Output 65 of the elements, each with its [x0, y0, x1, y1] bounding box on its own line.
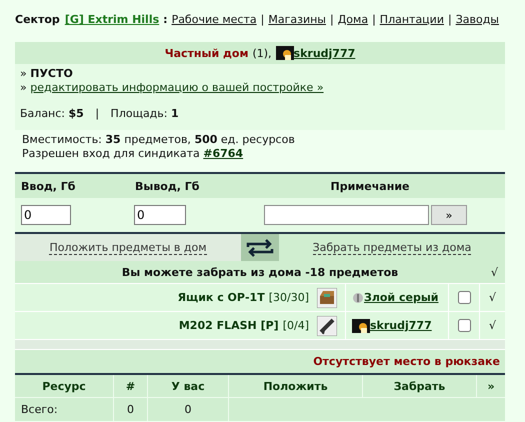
sector-label: Сектор [15, 13, 60, 26]
item-count: [0/4] [282, 319, 309, 332]
access-text: Разрешен вход для синдиката [22, 147, 200, 160]
balance-value: $5 [68, 107, 84, 120]
area-value: 1 [170, 107, 179, 120]
balance-label: Баланс: [20, 107, 66, 120]
status-text: ПУСТО [30, 67, 73, 80]
separator: | [95, 107, 100, 120]
area-label: Площадь: [110, 107, 168, 120]
column-header: Примечание [330, 180, 410, 192]
submit-button[interactable]: » [431, 205, 467, 225]
item-name: Ящик с ОР-1Т [178, 291, 265, 304]
warning-text: Отсутствует место в рюкзаке [313, 355, 500, 368]
separator: | [330, 13, 334, 26]
column-header: Ресурс [42, 380, 86, 392]
tab[interactable]: Забрать предметы из дома [279, 234, 505, 261]
swap-icon [245, 238, 275, 256]
user-icon [352, 290, 364, 304]
checkbox[interactable] [458, 291, 470, 304]
column-header: Положить [263, 380, 328, 392]
owner-link[interactable]: skrudj777 [370, 319, 432, 332]
owner-link[interactable]: Злой серый [364, 291, 438, 304]
column-header: # [126, 380, 136, 392]
house-title: Частный дом [164, 46, 248, 60]
table-cell: 0 [184, 403, 192, 416]
capacity-text: Вместимость: 35 предметов, 500 ед. ресурсов [22, 133, 296, 147]
check-mark: √ [488, 291, 496, 304]
output-field[interactable]: 0 [134, 205, 186, 225]
separator: | [372, 13, 376, 26]
nav-link[interactable]: Рабочие места [172, 13, 257, 26]
edit-link[interactable]: редактировать информацию о вашей постройке » [30, 81, 324, 94]
house-count: (1), [252, 46, 272, 60]
check-mark: √ [488, 319, 496, 332]
launcher-icon [317, 316, 337, 336]
nav-link[interactable]: Плантации [380, 13, 444, 26]
colon: : [163, 13, 168, 26]
bullet: » [20, 81, 27, 94]
bullet: » [20, 67, 27, 80]
column-header: Ввод, Гб [20, 180, 76, 192]
avatar-icon [352, 318, 370, 332]
table-cell: 0 [127, 403, 134, 416]
checkbox[interactable] [458, 319, 470, 332]
input-field[interactable]: 0 [21, 205, 71, 225]
nav-link[interactable]: Дома [338, 13, 368, 26]
nav-link[interactable]: Магазины [268, 13, 326, 26]
sector-link[interactable]: [G] Extrim Hills [64, 13, 160, 26]
crate-icon [317, 288, 337, 308]
column-header: » [487, 380, 495, 392]
note-field[interactable] [264, 205, 429, 225]
syndicate-link[interactable]: #6764 [203, 147, 244, 160]
column-header: Забрать [394, 380, 446, 392]
separator: | [260, 13, 264, 26]
swap-button[interactable] [241, 234, 279, 261]
avatar-icon [276, 46, 294, 60]
item-count: [30/30] [268, 291, 309, 304]
table-cell: Всего: [21, 403, 58, 416]
nav-link[interactable]: Заводы [456, 13, 499, 26]
item-name: M202 FLASH [P] [178, 319, 279, 332]
check-mark: √ [490, 266, 498, 278]
column-header: Вывод, Гб [135, 180, 200, 192]
tab[interactable]: Положить предметы в дом [15, 234, 241, 261]
column-header: У вас [171, 380, 205, 392]
owner-link[interactable]: skrudj777 [294, 46, 356, 60]
notice-text: Вы можете забрать из дома -18 предметов [122, 266, 398, 278]
separator: | [448, 13, 452, 26]
